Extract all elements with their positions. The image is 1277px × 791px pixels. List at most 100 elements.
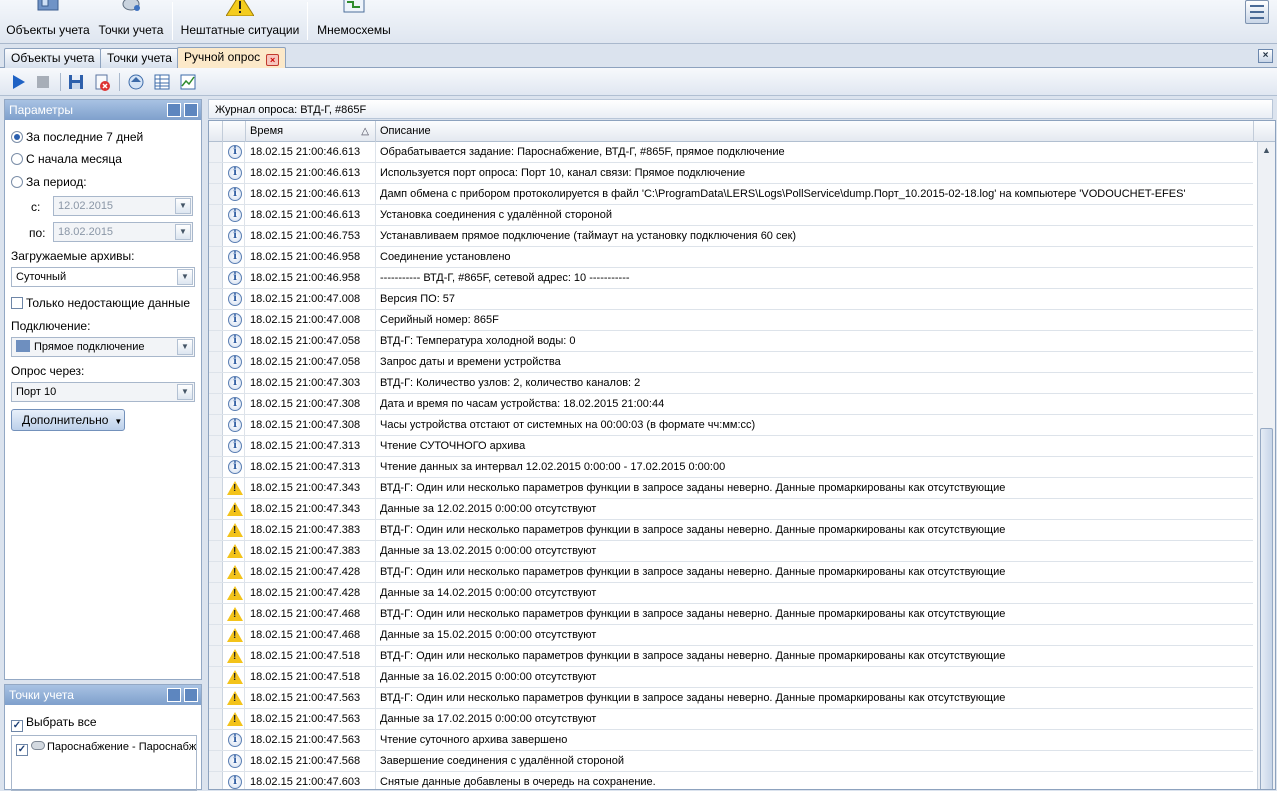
row-indicator[interactable]: [209, 289, 223, 309]
row-indicator[interactable]: [209, 646, 223, 666]
from-date-field[interactable]: 12.02.2015 ▼: [53, 196, 193, 216]
ribbon-incidents-button[interactable]: Нештатные ситуации: [176, 0, 304, 42]
table-row[interactable]: i 18.02.15 21:00:47.058 Запрос даты и врем…: [209, 352, 1253, 373]
table-row[interactable]: ! 18.02.15 21:00:47.428 ВТД-Г: Один или не…: [209, 562, 1253, 583]
row-indicator[interactable]: [209, 268, 223, 288]
row-indicator[interactable]: [209, 667, 223, 687]
table-row[interactable]: i 18.02.15 21:00:47.313 Чтение СУТОЧНОГО а…: [209, 436, 1253, 457]
row-indicator[interactable]: [209, 205, 223, 225]
table-row[interactable]: ! 18.02.15 21:00:47.343 Данные за 12.02.20…: [209, 499, 1253, 520]
chevron-down-icon[interactable]: ▼: [177, 269, 193, 285]
table-row[interactable]: i 18.02.15 21:00:46.958 ----------- ВТД-Г,…: [209, 268, 1253, 289]
save-icon[interactable]: [66, 72, 86, 92]
table-row[interactable]: i 18.02.15 21:00:46.613 Обрабатывается зад…: [209, 142, 1253, 163]
advanced-button[interactable]: Дополнительно ▼: [11, 409, 125, 431]
row-indicator[interactable]: [209, 520, 223, 540]
row-indicator[interactable]: [209, 709, 223, 729]
row-indicator[interactable]: [209, 310, 223, 330]
tab-points[interactable]: Точки учета: [100, 48, 179, 68]
radio-period[interactable]: За период:: [11, 175, 87, 189]
row-indicator[interactable]: [209, 730, 223, 750]
table-icon[interactable]: [152, 72, 172, 92]
home-icon[interactable]: [126, 72, 146, 92]
radio-month[interactable]: С начала месяца: [11, 152, 122, 166]
radio-last7[interactable]: За последние 7 дней: [11, 130, 143, 144]
table-row[interactable]: i 18.02.15 21:00:47.008 Серийный номер: 86…: [209, 310, 1253, 331]
chevron-down-icon[interactable]: ▼: [175, 198, 191, 214]
table-row[interactable]: ! 18.02.15 21:00:47.563 Данные за 17.02.20…: [209, 709, 1253, 730]
row-indicator[interactable]: [209, 604, 223, 624]
select-all-checkbox[interactable]: ✓ Выбрать все: [11, 715, 97, 732]
table-row[interactable]: i 18.02.15 21:00:47.303 ВТД-Г: Количество …: [209, 373, 1253, 394]
desc-column-header[interactable]: Описание: [376, 121, 1254, 142]
pin-icon[interactable]: [184, 688, 198, 702]
row-indicator[interactable]: [209, 331, 223, 351]
table-row[interactable]: ! 18.02.15 21:00:47.428 Данные за 14.02.20…: [209, 583, 1253, 604]
row-indicator[interactable]: [209, 436, 223, 456]
row-indicator[interactable]: [209, 142, 223, 162]
scroll-thumb[interactable]: [1260, 428, 1273, 789]
row-indicator[interactable]: [209, 163, 223, 183]
row-indicator[interactable]: [209, 352, 223, 372]
row-indicator[interactable]: [209, 541, 223, 561]
table-row[interactable]: i 18.02.15 21:00:47.603 Снятые данные доба…: [209, 772, 1253, 789]
table-row[interactable]: i 18.02.15 21:00:47.313 Чтение данных за и…: [209, 457, 1253, 478]
chevron-down-icon[interactable]: ▼: [177, 384, 193, 400]
maximize-icon[interactable]: [167, 103, 181, 117]
table-row[interactable]: ! 18.02.15 21:00:47.383 Данные за 13.02.20…: [209, 541, 1253, 562]
only-missing-checkbox[interactable]: Только недостающие данные: [11, 296, 190, 310]
table-row[interactable]: i 18.02.15 21:00:47.308 Часы устройства от…: [209, 415, 1253, 436]
ribbon-mnemo-button[interactable]: Мнемосхемы: [311, 0, 397, 42]
pin-icon[interactable]: [184, 103, 198, 117]
stop-icon[interactable]: [33, 72, 53, 92]
connection-select[interactable]: Прямое подключение ▼: [11, 337, 195, 357]
table-row[interactable]: i 18.02.15 21:00:46.753 Устанавливаем прям…: [209, 226, 1253, 247]
table-row[interactable]: ! 18.02.15 21:00:47.518 Данные за 16.02.20…: [209, 667, 1253, 688]
app-menu-button[interactable]: [1245, 0, 1269, 24]
table-row[interactable]: i 18.02.15 21:00:46.613 Используется порт …: [209, 163, 1253, 184]
row-indicator[interactable]: [209, 751, 223, 771]
table-row[interactable]: ! 18.02.15 21:00:47.563 ВТД-Г: Один или не…: [209, 688, 1253, 709]
maximize-icon[interactable]: [167, 688, 181, 702]
tab-manual-poll[interactable]: Ручной опрос ×: [177, 47, 287, 69]
row-indicator[interactable]: [209, 688, 223, 708]
table-row[interactable]: i 18.02.15 21:00:47.568 Завершение соедине…: [209, 751, 1253, 772]
table-row[interactable]: i 18.02.15 21:00:47.058 ВТД-Г: Температура…: [209, 331, 1253, 352]
row-indicator[interactable]: [209, 457, 223, 477]
chevron-down-icon[interactable]: ▼: [177, 339, 193, 355]
table-row[interactable]: ! 18.02.15 21:00:47.468 ВТД-Г: Один или не…: [209, 604, 1253, 625]
table-row[interactable]: ! 18.02.15 21:00:47.383 ВТД-Г: Один или не…: [209, 520, 1253, 541]
row-indicator[interactable]: [209, 415, 223, 435]
table-row[interactable]: ! 18.02.15 21:00:47.468 Данные за 15.02.20…: [209, 625, 1253, 646]
scroll-up-icon[interactable]: ▲: [1259, 143, 1274, 157]
table-row[interactable]: i 18.02.15 21:00:46.613 Дамп обмена с приб…: [209, 184, 1253, 205]
row-indicator[interactable]: [209, 562, 223, 582]
play-icon[interactable]: [8, 72, 28, 92]
row-indicator[interactable]: [209, 583, 223, 603]
row-indicator[interactable]: [209, 184, 223, 204]
delete-icon[interactable]: [92, 72, 112, 92]
tab-close-icon[interactable]: ×: [266, 54, 280, 66]
row-indicator[interactable]: [209, 625, 223, 645]
time-column-header[interactable]: Время △: [246, 121, 376, 142]
vertical-scrollbar[interactable]: ▲: [1257, 142, 1275, 789]
row-indicator[interactable]: [209, 772, 223, 789]
row-indicator[interactable]: [209, 394, 223, 414]
to-date-field[interactable]: 18.02.2015 ▼: [53, 222, 193, 242]
archives-select[interactable]: Суточный ▼: [11, 267, 195, 287]
table-row[interactable]: ! 18.02.15 21:00:47.518 ВТД-Г: Один или не…: [209, 646, 1253, 667]
table-row[interactable]: i 18.02.15 21:00:47.308 Дата и время по ча…: [209, 394, 1253, 415]
row-indicator[interactable]: [209, 478, 223, 498]
tab-objects[interactable]: Объекты учета: [4, 48, 102, 68]
table-row[interactable]: ! 18.02.15 21:00:47.343 ВТД-Г: Один или не…: [209, 478, 1253, 499]
points-list-item[interactable]: ✓ Пароснабжение - Пароснабж: [16, 741, 196, 756]
ribbon-objects-button[interactable]: Объекты учета: [4, 0, 92, 42]
poll-via-select[interactable]: Порт 10 ▼: [11, 382, 195, 402]
ribbon-points-button[interactable]: Точки учета: [94, 0, 168, 42]
row-indicator[interactable]: [209, 247, 223, 267]
chart-icon[interactable]: [178, 72, 198, 92]
table-row[interactable]: i 18.02.15 21:00:47.008 Версия ПО: 57: [209, 289, 1253, 310]
close-document-icon[interactable]: ×: [1258, 49, 1273, 63]
table-row[interactable]: i 18.02.15 21:00:46.958 Соединение установ…: [209, 247, 1253, 268]
table-row[interactable]: i 18.02.15 21:00:47.563 Чтение суточного а…: [209, 730, 1253, 751]
